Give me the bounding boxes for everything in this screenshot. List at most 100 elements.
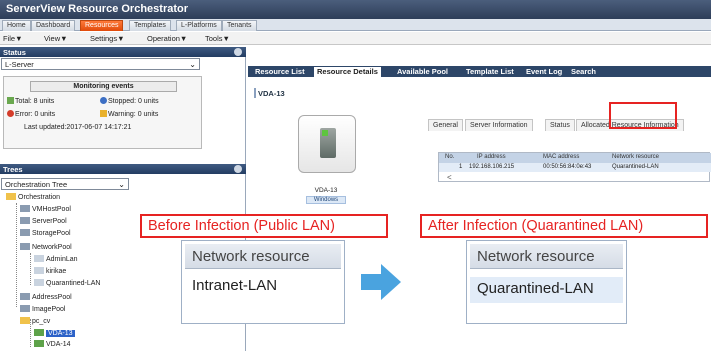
zoom-before-panel: Network resource Intranet-LAN bbox=[181, 240, 345, 324]
folder-icon bbox=[20, 317, 30, 324]
tab-dashboard[interactable]: Dashboard bbox=[31, 20, 76, 31]
stopped-count[interactable]: Stopped: 0 units bbox=[100, 97, 159, 105]
server-tile[interactable] bbox=[298, 115, 356, 173]
tab-available-pool[interactable]: Available Pool bbox=[394, 67, 451, 77]
tree-item-pc-cv[interactable]: pc_cv bbox=[20, 317, 50, 325]
warning-label: Warning: 0 units bbox=[108, 111, 159, 118]
menu-view[interactable]: View▼ bbox=[44, 34, 68, 43]
tab-tenants[interactable]: Tenants bbox=[222, 20, 257, 31]
tree-item-label: NetworkPool bbox=[32, 244, 72, 251]
column-header-mac[interactable]: MAC address bbox=[543, 154, 579, 160]
column-header-network[interactable]: Network resource bbox=[612, 154, 659, 160]
chevron-down-icon: ⌄ bbox=[118, 180, 125, 189]
pool-icon bbox=[20, 205, 30, 212]
tree-item-networkpool[interactable]: NetworkPool bbox=[20, 243, 72, 251]
tab-status[interactable]: Status bbox=[545, 119, 575, 131]
cell-no: 1 bbox=[459, 164, 463, 170]
status-panel-title: Status bbox=[3, 48, 26, 57]
tree-item-label: VMHostPool bbox=[32, 206, 71, 213]
pool-icon bbox=[20, 243, 30, 250]
grid-header: No. IP address MAC address Network resou… bbox=[439, 153, 711, 163]
status-select-value: L-Server bbox=[5, 60, 34, 69]
folder-icon bbox=[6, 193, 16, 200]
table-row[interactable]: 1 192.168.106.215 00:50:56:84:0e:43 Quar… bbox=[439, 163, 711, 172]
tree-item-addresspool[interactable]: AddressPool bbox=[20, 293, 72, 301]
column-header-ip[interactable]: IP address bbox=[477, 154, 506, 160]
monitoring-box: Monitoring events Total: 8 units Stopped… bbox=[3, 76, 202, 149]
tree-item-label: pc_cv bbox=[32, 318, 51, 325]
stopped-icon bbox=[100, 97, 107, 104]
tree-item-label: ServerPool bbox=[32, 218, 67, 225]
error-label: Error: 0 units bbox=[15, 111, 56, 118]
cell-ip: 192.168.106.215 bbox=[469, 164, 515, 170]
chevron-down-icon: ⌄ bbox=[189, 60, 196, 69]
cell-network: Quarantined-LAN bbox=[612, 164, 659, 170]
tree-item-label: VDA-13 bbox=[46, 330, 75, 337]
tree-item-kirikae[interactable]: kirikae bbox=[34, 267, 66, 275]
tree-item-label: AddressPool bbox=[32, 294, 72, 301]
zoom-before-header: Network resource bbox=[185, 244, 341, 269]
tab-general[interactable]: General bbox=[428, 119, 463, 131]
server-icon bbox=[34, 329, 44, 336]
gear-icon[interactable] bbox=[234, 48, 242, 56]
column-header-no[interactable]: No. bbox=[445, 154, 454, 160]
os-badge: Windows bbox=[306, 196, 346, 204]
tab-event-log[interactable]: Event Log bbox=[523, 67, 565, 77]
tree-select-value: Orchestration Tree bbox=[5, 180, 68, 189]
tab-l-platforms[interactable]: L-Platforms bbox=[176, 20, 222, 31]
zoom-before-value: Intranet-LAN bbox=[192, 277, 278, 294]
warning-icon bbox=[100, 110, 107, 117]
tree-item-vda-14[interactable]: VDA-14 bbox=[34, 340, 71, 348]
error-count[interactable]: Error: 0 units bbox=[7, 110, 55, 118]
server-icon bbox=[34, 340, 44, 347]
menu-file[interactable]: File▼ bbox=[3, 34, 23, 43]
pool-icon bbox=[20, 305, 30, 312]
app-title: ServerView Resource Orchestrator bbox=[0, 0, 711, 19]
trees-panel-title: Trees bbox=[3, 165, 23, 174]
tab-home[interactable]: Home bbox=[2, 20, 31, 31]
resource-tab-bar: Resource List Resource Details Available… bbox=[248, 66, 711, 77]
details-title: VDA-13 bbox=[254, 88, 285, 98]
cell-mac: 00:50:56:84:0e:43 bbox=[543, 164, 592, 170]
tab-templates[interactable]: Templates bbox=[129, 20, 171, 31]
tree-item-label: AdminLan bbox=[46, 256, 78, 263]
zoom-after-value: Quarantined-LAN bbox=[470, 277, 623, 303]
tree-item-adminlan[interactable]: AdminLan bbox=[34, 255, 78, 263]
total-label: Total: 8 units bbox=[15, 98, 55, 105]
tree-item-label: kirikae bbox=[46, 268, 67, 275]
tree-item-quarantined-lan[interactable]: Quarantined-LAN bbox=[34, 279, 100, 287]
tab-template-list[interactable]: Template List bbox=[463, 67, 517, 77]
tab-server-information[interactable]: Server Information bbox=[465, 119, 533, 131]
tree-item-vmhostpool[interactable]: VMHostPool bbox=[20, 205, 71, 213]
menu-settings[interactable]: Settings▼ bbox=[90, 34, 125, 43]
tree-item-label: ImagePool bbox=[32, 306, 66, 313]
tree-item-imagepool[interactable]: ImagePool bbox=[20, 305, 65, 313]
tab-resource-details[interactable]: Resource Details bbox=[314, 67, 381, 77]
last-updated: Last updated:2017-06-07 14:17:21 bbox=[24, 124, 132, 131]
stopped-label: Stopped: 0 units bbox=[108, 98, 159, 105]
status-select[interactable]: L-Server ⌄ bbox=[1, 58, 200, 70]
scroll-left-icon[interactable]: < bbox=[447, 173, 452, 182]
zoom-after-header: Network resource bbox=[470, 244, 623, 269]
status-panel-header: Status bbox=[0, 47, 246, 57]
menu-operation[interactable]: Operation▼ bbox=[147, 34, 187, 43]
gear-icon[interactable] bbox=[234, 165, 242, 173]
tree-item-storagepool[interactable]: StoragePool bbox=[20, 229, 71, 237]
trees-panel-header: Trees bbox=[0, 164, 246, 174]
server-label: VDA-13 bbox=[314, 187, 338, 194]
network-icon bbox=[34, 267, 44, 274]
total-count[interactable]: Total: 8 units bbox=[7, 97, 54, 105]
tree-item-vda-13[interactable]: VDA-13 bbox=[34, 329, 75, 337]
tree-item-orchestration[interactable]: Orchestration bbox=[6, 193, 60, 201]
warning-count[interactable]: Warning: 0 units bbox=[100, 110, 158, 118]
tree-select[interactable]: Orchestration Tree ⌄ bbox=[1, 178, 129, 190]
tab-search[interactable]: Search bbox=[568, 67, 599, 77]
menu-tools[interactable]: Tools▼ bbox=[205, 34, 230, 43]
pool-icon bbox=[20, 293, 30, 300]
network-icon bbox=[34, 279, 44, 286]
pool-icon bbox=[20, 217, 30, 224]
tab-resources[interactable]: Resources bbox=[80, 20, 124, 31]
tree-item-serverpool[interactable]: ServerPool bbox=[20, 217, 67, 225]
tab-resource-list[interactable]: Resource List bbox=[252, 67, 308, 77]
monitoring-events-button[interactable]: Monitoring events bbox=[30, 81, 177, 92]
